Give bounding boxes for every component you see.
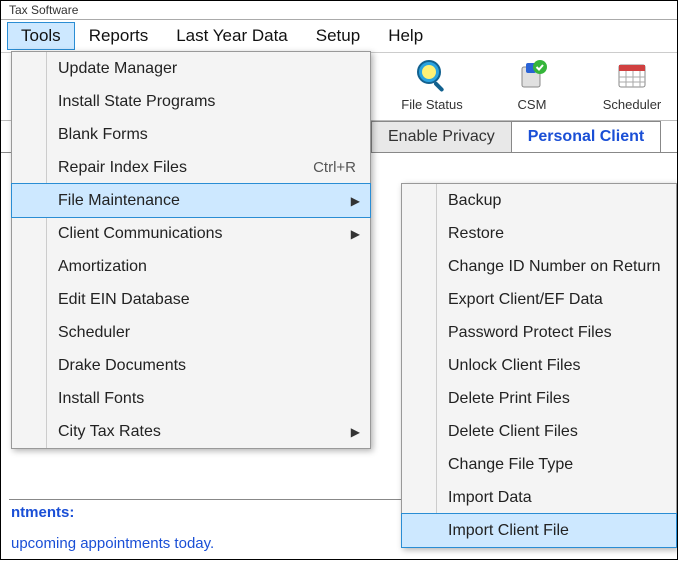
menu-blank-forms[interactable]: Blank Forms	[12, 118, 370, 151]
toolbar-label: CSM	[518, 97, 547, 112]
menu-label: Amortization	[58, 258, 147, 276]
menu-label: Restore	[448, 225, 504, 243]
toolbar-file-status[interactable]: File Status	[397, 57, 467, 112]
submenu-password-protect-files[interactable]: Password Protect Files	[402, 316, 676, 349]
menu-label: File Maintenance	[58, 192, 180, 210]
menu-label: Update Manager	[58, 60, 177, 78]
menu-edit-ein-database[interactable]: Edit EIN Database	[12, 283, 370, 316]
submenu-backup[interactable]: Backup	[402, 184, 676, 217]
menu-scheduler[interactable]: Scheduler	[12, 316, 370, 349]
tab-personal-client[interactable]: Personal Client	[512, 121, 661, 152]
menu-label: Scheduler	[58, 324, 130, 342]
menu-label: Change File Type	[448, 456, 573, 474]
menu-label: Change ID Number on Return	[448, 258, 661, 276]
menu-label: Export Client/EF Data	[448, 291, 603, 309]
menu-setup[interactable]: Setup	[302, 22, 374, 50]
toolbar-label: Scheduler	[603, 97, 662, 112]
menu-bar: Tools Reports Last Year Data Setup Help	[1, 20, 677, 53]
menu-label: Install Fonts	[58, 390, 144, 408]
menu-repair-index-files[interactable]: Repair Index Files Ctrl+R	[12, 151, 370, 184]
menu-label: Client Communications	[58, 225, 223, 243]
toolbar-scheduler[interactable]: Scheduler	[597, 57, 667, 112]
chevron-right-icon: ▶	[351, 227, 360, 241]
menu-amortization[interactable]: Amortization	[12, 250, 370, 283]
toolbar-label: File Status	[401, 97, 462, 112]
menu-update-manager[interactable]: Update Manager	[12, 52, 370, 85]
menu-help[interactable]: Help	[374, 22, 437, 50]
chevron-right-icon: ▶	[351, 425, 360, 439]
menu-install-state-programs[interactable]: Install State Programs	[12, 85, 370, 118]
menu-label: Import Data	[448, 489, 532, 507]
submenu-import-client-file[interactable]: Import Client File	[402, 514, 676, 547]
badge-check-icon	[514, 57, 550, 93]
menu-label: Backup	[448, 192, 501, 210]
submenu-unlock-client-files[interactable]: Unlock Client Files	[402, 349, 676, 382]
magnifier-icon	[414, 57, 450, 93]
menu-city-tax-rates[interactable]: City Tax Rates ▶	[12, 415, 370, 448]
menu-label: Blank Forms	[58, 126, 148, 144]
menu-last-year-data[interactable]: Last Year Data	[162, 22, 302, 50]
menu-file-maintenance[interactable]: File Maintenance ▶	[12, 184, 370, 217]
file-maintenance-submenu: Backup Restore Change ID Number on Retur…	[401, 183, 677, 548]
menu-client-communications[interactable]: Client Communications ▶	[12, 217, 370, 250]
tools-dropdown: Update Manager Install State Programs Bl…	[11, 51, 371, 449]
submenu-delete-print-files[interactable]: Delete Print Files	[402, 382, 676, 415]
menu-label: Install State Programs	[58, 93, 215, 111]
title-bar: Tax Software	[1, 1, 677, 20]
calendar-icon	[614, 57, 650, 93]
menu-label: Password Protect Files	[448, 324, 612, 342]
submenu-delete-client-files[interactable]: Delete Client Files	[402, 415, 676, 448]
window-title: Tax Software	[9, 3, 78, 17]
menu-shortcut: Ctrl+R	[313, 159, 356, 176]
menu-label: Delete Client Files	[448, 423, 578, 441]
submenu-import-data[interactable]: Import Data	[402, 481, 676, 514]
submenu-restore[interactable]: Restore	[402, 217, 676, 250]
menu-install-fonts[interactable]: Install Fonts	[12, 382, 370, 415]
toolbar-csm[interactable]: CSM	[497, 57, 567, 112]
menu-label: Edit EIN Database	[58, 291, 190, 309]
chevron-right-icon: ▶	[351, 194, 360, 208]
menu-label: Unlock Client Files	[448, 357, 580, 375]
menu-tools[interactable]: Tools	[7, 22, 75, 50]
menu-label: Delete Print Files	[448, 390, 570, 408]
menu-drake-documents[interactable]: Drake Documents	[12, 349, 370, 382]
menu-label: Repair Index Files	[58, 159, 187, 177]
tab-enable-privacy[interactable]: Enable Privacy	[371, 121, 512, 152]
menu-label: City Tax Rates	[58, 423, 161, 441]
menu-reports[interactable]: Reports	[75, 22, 163, 50]
submenu-change-id-number[interactable]: Change ID Number on Return	[402, 250, 676, 283]
submenu-export-client-ef-data[interactable]: Export Client/EF Data	[402, 283, 676, 316]
menu-label: Drake Documents	[58, 357, 186, 375]
menu-label: Import Client File	[448, 522, 569, 540]
submenu-change-file-type[interactable]: Change File Type	[402, 448, 676, 481]
